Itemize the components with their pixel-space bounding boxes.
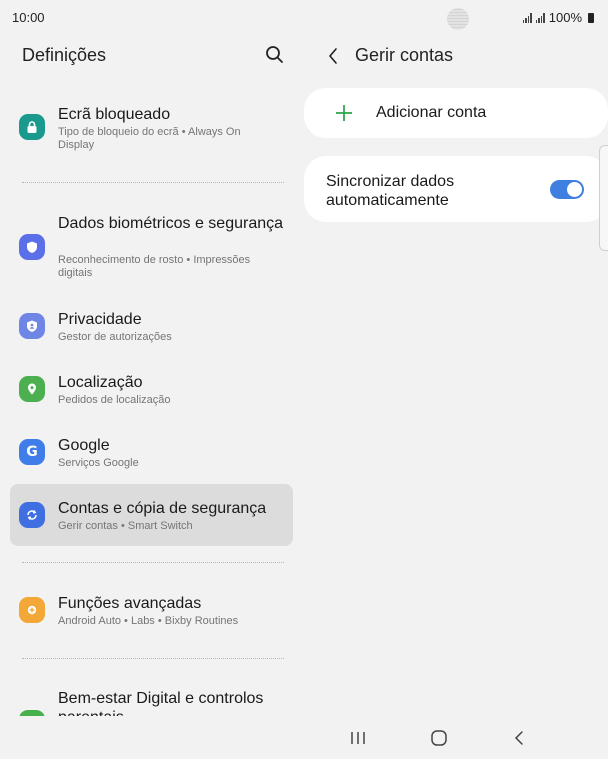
settings-item-google[interactable]: G Google Serviços Google bbox=[10, 432, 293, 476]
recent-apps-button[interactable] bbox=[346, 728, 370, 748]
shield-icon bbox=[19, 234, 45, 260]
search-icon bbox=[266, 46, 283, 63]
divider bbox=[22, 562, 284, 563]
item-subtitle: Serviços Google bbox=[58, 457, 139, 469]
settings-item-lock-screen[interactable]: Ecrã bloqueado Tipo de bloqueio do ecrã … bbox=[10, 100, 293, 160]
page-title: Gerir contas bbox=[355, 45, 454, 65]
item-title: Google bbox=[58, 437, 110, 454]
add-account-button[interactable]: Adicionar conta bbox=[304, 88, 608, 138]
settings-title: Definições bbox=[22, 45, 107, 65]
item-subtitle: Tipo de bloqueio do ecrã • Always On Dis… bbox=[58, 126, 241, 151]
item-title: Ecrã bloqueado bbox=[58, 106, 171, 123]
gear-plus-icon bbox=[19, 597, 45, 623]
add-account-label: Adicionar conta bbox=[376, 104, 487, 121]
back-button[interactable] bbox=[324, 45, 342, 67]
item-subtitle: Reconhecimento de rosto • Impressões dig… bbox=[58, 254, 251, 279]
recent-apps-icon bbox=[351, 732, 365, 744]
item-subtitle: Gerir contas • Smart Switch bbox=[58, 520, 193, 532]
back-nav-button[interactable] bbox=[509, 728, 531, 748]
settings-item-accounts-backup[interactable]: Contas e cópia de segurança Gerir contas… bbox=[10, 484, 293, 546]
signal-icon bbox=[522, 12, 532, 23]
lock-icon bbox=[19, 114, 45, 140]
sync-data-row[interactable]: Sincronizar dados automaticamente bbox=[304, 156, 608, 222]
location-pin-icon bbox=[19, 376, 45, 402]
battery-percent: 100% bbox=[548, 10, 582, 25]
search-button[interactable] bbox=[264, 44, 286, 66]
item-title: Privacidade bbox=[58, 311, 142, 328]
screen: 10:00 100% Definições Ecrã bloqueado Tip… bbox=[0, 0, 608, 759]
scroll-handle[interactable] bbox=[599, 145, 608, 251]
settings-item-privacy[interactable]: Privacidade Gestor de autorizações bbox=[10, 306, 293, 350]
sync-data-label: Sincronizar dados automaticamente bbox=[326, 173, 455, 209]
sync-icon bbox=[19, 502, 45, 528]
home-button[interactable] bbox=[428, 728, 450, 748]
chevron-left-icon bbox=[328, 48, 337, 64]
item-title: Contas e cópia de segurança bbox=[58, 500, 267, 517]
settings-item-digital-wellbeing[interactable]: Bem-estar Digital e controlos parentais bbox=[10, 686, 293, 716]
divider bbox=[22, 182, 284, 183]
camera-cutout bbox=[447, 8, 469, 30]
divider bbox=[22, 658, 284, 659]
item-subtitle: Gestor de autorizações bbox=[58, 331, 172, 343]
settings-item-advanced-features[interactable]: Funções avançadas Android Auto • Labs • … bbox=[10, 590, 293, 634]
privacy-shield-icon bbox=[19, 313, 45, 339]
item-subtitle: Pedidos de localização bbox=[58, 394, 171, 406]
signal-icon bbox=[535, 12, 545, 23]
item-title: Dados biométricos e segurança bbox=[58, 215, 284, 232]
plus-icon bbox=[336, 105, 352, 121]
status-time: 10:00 bbox=[12, 10, 45, 25]
settings-item-location[interactable]: Localização Pedidos de localização bbox=[10, 369, 293, 413]
settings-item-biometrics[interactable]: Dados biométricos e segurança Reconhecim… bbox=[10, 208, 293, 288]
chevron-left-icon bbox=[514, 731, 523, 745]
sync-data-toggle[interactable] bbox=[550, 180, 584, 199]
item-subtitle: Android Auto • Labs • Bixby Routines bbox=[58, 615, 239, 627]
toggle-knob bbox=[567, 182, 582, 197]
item-title: Bem-estar Digital e controlos parentais bbox=[58, 690, 264, 716]
home-icon bbox=[431, 730, 447, 746]
status-icons: 100% bbox=[522, 10, 594, 25]
item-title: Localização bbox=[58, 374, 143, 391]
wellbeing-icon bbox=[19, 710, 45, 716]
battery-icon bbox=[588, 12, 594, 23]
google-icon: G bbox=[19, 439, 45, 465]
item-title: Funções avançadas bbox=[58, 595, 202, 612]
